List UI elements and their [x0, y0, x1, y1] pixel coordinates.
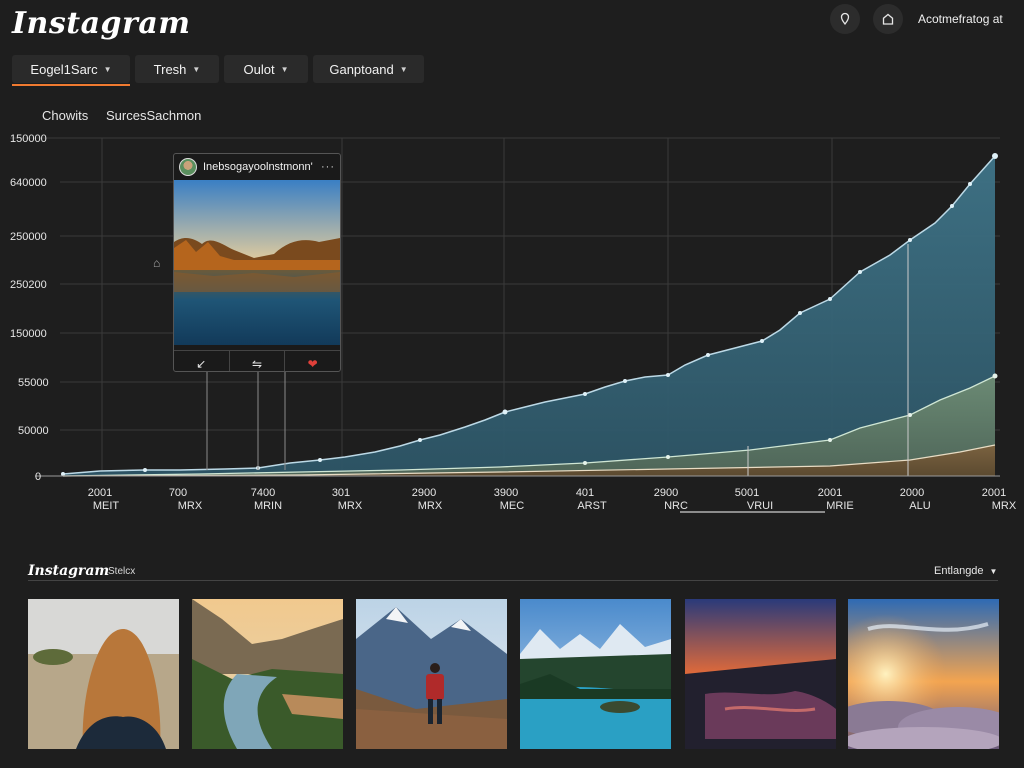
lock-icon: ⌂ [153, 256, 161, 270]
tab-eogel1sarc[interactable]: Eogel1Sarc ▼ [12, 55, 130, 83]
x-tick-year: 2001 [982, 487, 1006, 499]
gallery-subtitle: Stelcx [108, 566, 136, 577]
location-pin-icon[interactable] [830, 4, 860, 34]
chevron-down-icon: ▼ [192, 64, 201, 74]
location-pin-icon-glyph [840, 12, 850, 26]
thumbnail-glacier-river[interactable] [520, 599, 671, 749]
x-tick-year: 301 [332, 487, 350, 499]
y-tick-label: 640000 [10, 177, 47, 189]
x-tick-year: 3900 [494, 487, 518, 499]
chevron-down-icon: ▼ [989, 567, 998, 576]
x-tick-month: NRC [664, 500, 688, 512]
reply-icon[interactable]: ↙ [174, 351, 230, 371]
x-axis-labels: 2001MEIT 700MRX 7400MRIN 301MRX 2900MRX … [88, 487, 1017, 512]
tab-oulot[interactable]: Oulot ▼ [224, 55, 308, 83]
x-tick-year: 700 [169, 487, 187, 499]
y-tick-label: 150000 [10, 133, 47, 145]
x-tick-year: 2900 [412, 487, 436, 499]
popup-header: Inebsogayoolnstmonn' ··· [174, 154, 340, 180]
thumbnail-woman-in-field[interactable] [28, 599, 179, 749]
tab-label: Ganptoand [329, 61, 394, 77]
popup-actions: ↙ ⇋ ❤ [174, 350, 340, 371]
tab-label: Tresh [153, 61, 187, 77]
thumbnail-glacier-river-image [520, 599, 671, 749]
gallery-sort-label: Entlangde [934, 565, 984, 577]
chevron-down-icon: ▼ [280, 64, 289, 74]
x-tick-month: MRX [178, 500, 203, 512]
x-tick-year: 7400 [251, 487, 275, 499]
gallery-logo[interactable]: Instagram [28, 563, 109, 579]
x-tick-month: MRIE [826, 500, 854, 512]
x-tick-year: 2001 [818, 487, 842, 499]
tab-label: Eogel1Sarc [30, 61, 98, 77]
chevron-down-icon: ▼ [399, 64, 408, 74]
thumbnail-sunset-clouds[interactable] [848, 599, 999, 749]
home-icon-glyph [882, 13, 894, 25]
x-tick-month: MEC [500, 500, 525, 512]
x-tick-year: 2900 [654, 487, 678, 499]
x-tick-year: 5001 [735, 487, 759, 499]
popup-title: Inebsogayoolnstmonn' [203, 161, 313, 173]
thumbnail-river-valley[interactable] [192, 599, 343, 749]
x-tick-month: ALU [909, 500, 930, 512]
chevron-down-icon: ▼ [103, 64, 112, 74]
x-tick-month: MRX [992, 500, 1017, 512]
y-tick-label: 55000 [18, 377, 49, 389]
y-axis-labels: 150000 640000 250000 250200 150000 55000… [10, 133, 49, 483]
gallery-sort-dropdown[interactable]: Entlangde ▼ [934, 565, 997, 577]
post-preview-popup[interactable]: Inebsogayoolnstmonn' ··· ↙ ⇋ ❤ [173, 153, 341, 372]
home-icon[interactable] [873, 4, 903, 34]
y-tick-label: 0 [35, 471, 41, 483]
thumbnail-sunset-lake-image [685, 599, 836, 749]
thumbnail-sunset-clouds-image [848, 599, 999, 749]
tab-label: Oulot [243, 61, 275, 77]
growth-chart: 150000 640000 250000 250200 150000 55000… [10, 133, 1017, 513]
tab-ganptoand[interactable]: Ganptoand ▼ [313, 55, 424, 83]
thumbnail-sunset-lake[interactable] [685, 599, 836, 749]
heart-icon[interactable]: ❤ [285, 351, 340, 371]
y-tick-label: 150000 [10, 328, 47, 340]
x-tick-month: VRUI [747, 500, 773, 512]
thumbnail-hiker-mountains-image [356, 599, 507, 749]
x-tick-year: 401 [576, 487, 594, 499]
thumbnail-woman-in-field-image [28, 599, 179, 749]
x-tick-month: MRIN [254, 500, 282, 512]
thumbnail-hiker-mountains[interactable] [356, 599, 507, 749]
more-options-icon[interactable]: ··· [321, 161, 335, 173]
x-tick-year: 2001 [88, 487, 112, 499]
x-tick-year: 2000 [900, 487, 924, 499]
account-name[interactable]: Acotmefratog at [918, 12, 1003, 26]
share-icon[interactable]: ⇋ [230, 351, 286, 371]
y-tick-label: 250200 [10, 279, 47, 291]
subheader-left[interactable]: Chowits [42, 108, 88, 123]
post-image-lake[interactable] [174, 180, 340, 345]
x-tick-month: MRX [418, 500, 443, 512]
gallery-divider [28, 580, 998, 581]
avatar[interactable] [179, 158, 197, 176]
tab-tresh[interactable]: Tresh ▼ [135, 55, 219, 83]
instagram-logo[interactable]: Instagram [12, 6, 191, 41]
x-tick-month: MRX [338, 500, 363, 512]
y-tick-label: 250000 [10, 231, 47, 243]
active-tab-indicator [12, 84, 130, 86]
x-tick-month: MEIT [93, 500, 120, 512]
x-tick-month: ARST [577, 500, 607, 512]
subheader-right[interactable]: SurcesSachmon [106, 108, 201, 123]
thumbnail-river-valley-image [192, 599, 343, 749]
y-tick-label: 50000 [18, 425, 49, 437]
